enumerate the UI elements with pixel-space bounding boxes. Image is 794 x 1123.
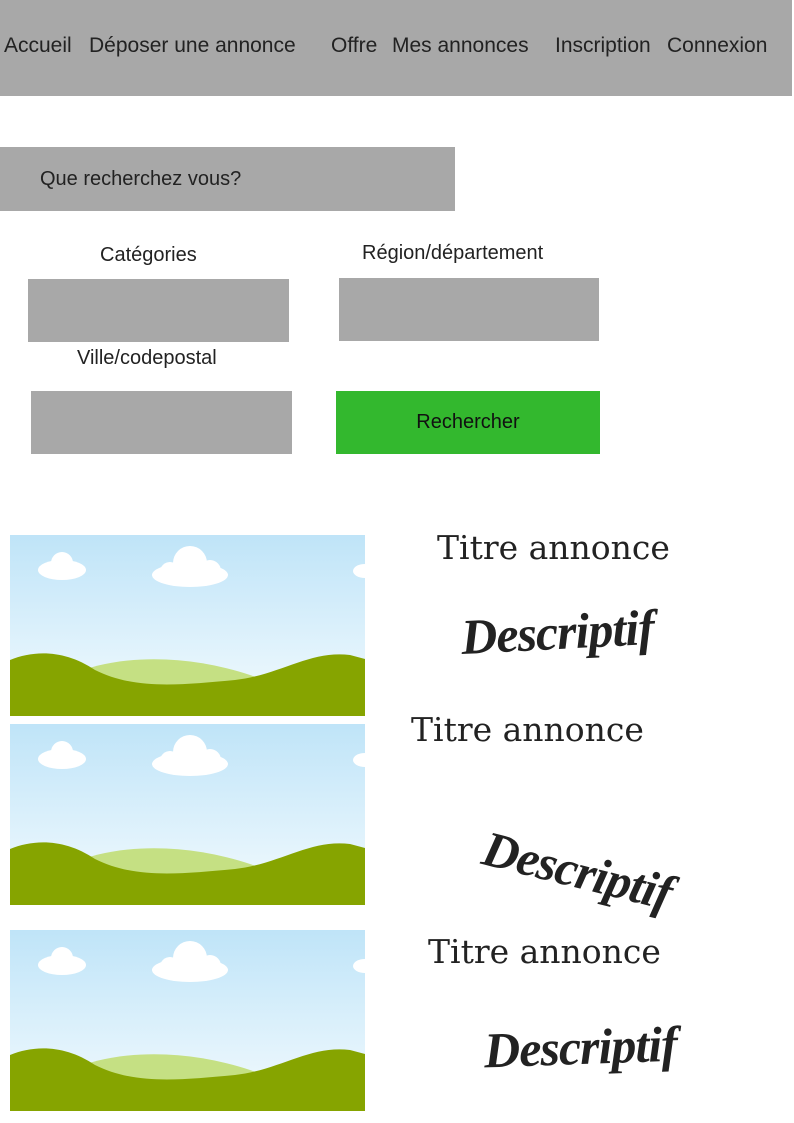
- listing-description: Descriptif: [483, 1015, 678, 1079]
- listing-image[interactable]: [10, 724, 365, 905]
- listing-title[interactable]: Titre annonce: [411, 710, 644, 749]
- landscape-icon: [10, 930, 365, 1111]
- categories-select[interactable]: [28, 279, 289, 342]
- region-select[interactable]: [339, 278, 599, 341]
- listing-image[interactable]: [10, 930, 365, 1111]
- search-button[interactable]: Rechercher: [336, 391, 600, 454]
- listing-description: Descriptif: [477, 819, 678, 921]
- nav-accueil[interactable]: Accueil: [4, 34, 72, 58]
- listing-image[interactable]: [10, 535, 365, 716]
- nav-connexion[interactable]: Connexion: [667, 34, 767, 58]
- search-placeholder: Que recherchez vous?: [40, 167, 242, 190]
- nav-deposer-annonce[interactable]: Déposer une annonce: [89, 34, 296, 58]
- landscape-icon: [10, 724, 365, 905]
- search-input[interactable]: Que recherchez vous?: [0, 147, 455, 211]
- nav-offre[interactable]: Offre: [331, 34, 377, 58]
- listing-title[interactable]: Titre annonce: [428, 932, 661, 971]
- landscape-icon: [10, 535, 365, 716]
- listing-description: Descriptif: [459, 598, 656, 666]
- search-button-label: Rechercher: [416, 411, 520, 433]
- city-label: Ville/codepostal: [77, 347, 217, 369]
- nav-inscription[interactable]: Inscription: [555, 34, 651, 58]
- top-navbar: Accueil Déposer une annonce Offre Mes an…: [0, 0, 792, 96]
- nav-mes-annonces[interactable]: Mes annonces: [392, 34, 529, 58]
- listing-title[interactable]: Titre annonce: [437, 528, 670, 567]
- categories-label: Catégories: [100, 244, 197, 266]
- region-label: Région/département: [362, 242, 544, 264]
- city-input[interactable]: [31, 391, 292, 454]
